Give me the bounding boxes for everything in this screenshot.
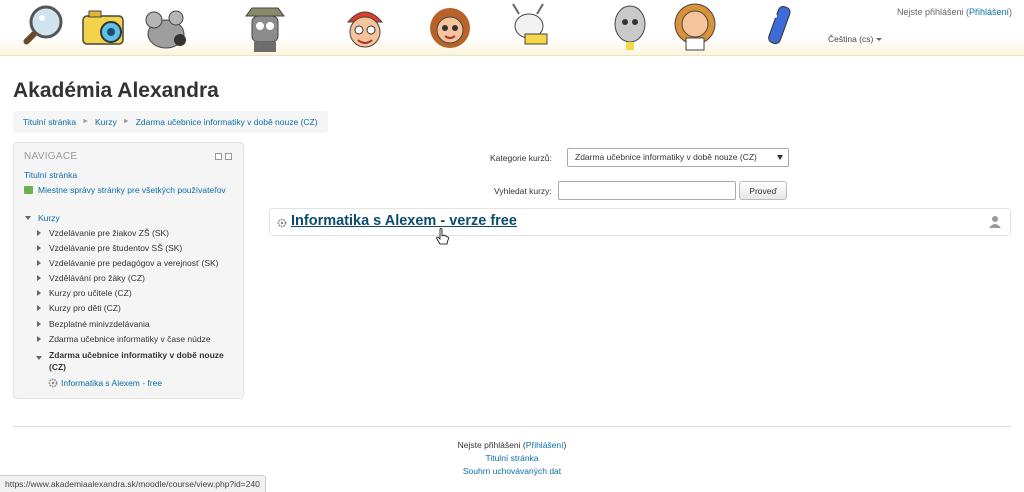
- breadcrumb-home[interactable]: Titulní stránka: [23, 111, 76, 133]
- search-button[interactable]: Proveď: [739, 181, 787, 200]
- breadcrumb-separator-icon: ►: [82, 118, 90, 125]
- girl-character-icon: [430, 8, 470, 48]
- camera-character-icon: [82, 10, 124, 45]
- site-header: Nejste přihlášeni (Přihlášení) Čeština (…: [0, 0, 1024, 56]
- breadcrumb-category[interactable]: Zdarma učebnice informatiky v době nouze…: [136, 111, 318, 133]
- search-label: Vyhledat kurzy:: [494, 186, 552, 196]
- footer-login-suffix: ): [563, 440, 567, 450]
- goat-character-icon: [512, 3, 548, 45]
- mouse-character-icon: [145, 10, 186, 49]
- collapsed-triangle-icon: [37, 260, 41, 266]
- course-title-link[interactable]: Informatika s Alexem - verze free: [291, 213, 517, 229]
- site-news-icon: [24, 186, 33, 194]
- page-title: Akadémia Alexandra: [13, 79, 219, 102]
- category-label: Kategorie kurzů:: [490, 153, 552, 163]
- category-select-value: Zdarma učebnice informatiky v době nouze…: [575, 152, 757, 162]
- dropdown-arrow-icon: [777, 155, 783, 160]
- navigation-block: NAVIGACE Titulní stránka Miestne správy …: [13, 142, 244, 399]
- collapsed-triangle-icon: [37, 245, 41, 251]
- collapsed-triangle-icon: [37, 275, 41, 281]
- course-gear-icon: [277, 218, 287, 228]
- breadcrumb-separator-icon: ►: [122, 118, 130, 125]
- footer-login-status: Nejste přihlášeni (Přihlášení): [0, 440, 1024, 451]
- nav-category-item[interactable]: Vzdelávanie pre pedagógov a verejnosť (S…: [49, 257, 219, 269]
- footer-data-retention-link[interactable]: Souhrn uchovávaných dat: [463, 466, 561, 476]
- login-status: Nejste přihlášeni (Přihlášení): [897, 7, 1012, 17]
- footer-login-link[interactable]: Přihlášení: [526, 440, 564, 450]
- teacher-character-icon: [674, 3, 716, 51]
- collapsed-triangle-icon: [37, 336, 41, 342]
- nav-category-item[interactable]: Kurzy pro učitele (CZ): [49, 287, 132, 299]
- block-minimize-icon[interactable]: [215, 153, 222, 160]
- course-listing: Informatika s Alexem - verze free: [269, 208, 1011, 236]
- footer-home-row: Titulní stránka: [0, 453, 1024, 464]
- nav-category-item[interactable]: Vzdelávanie pre žiakov ZŠ (SK): [49, 227, 169, 239]
- nav-active-category[interactable]: Zdarma učebnice informatiky v době nouze…: [49, 349, 229, 373]
- collapsed-triangle-icon: [37, 321, 41, 327]
- login-status-suffix: ): [1009, 7, 1012, 17]
- pen-character-icon: [768, 6, 791, 45]
- search-input[interactable]: [558, 181, 736, 200]
- collapsed-triangle-icon: [37, 290, 41, 296]
- login-status-text: Nejste přihlášeni (: [896, 7, 969, 17]
- nav-home[interactable]: Titulní stránka: [24, 169, 77, 181]
- language-label: Čeština (cs): [828, 34, 874, 44]
- nav-courses[interactable]: Kurzy: [38, 212, 60, 224]
- magnifier-character-icon: [23, 5, 63, 45]
- nav-site-news[interactable]: Miestne správy stránky pre všetkých použ…: [38, 184, 238, 196]
- breadcrumb-courses[interactable]: Kurzy: [95, 111, 117, 133]
- course-gear-icon: [48, 378, 58, 388]
- browser-status-url: https://www.akademiaalexandra.sk/moodle/…: [0, 475, 266, 492]
- login-link[interactable]: Přihlášení: [969, 7, 1009, 17]
- chevron-down-icon: [876, 38, 883, 42]
- breadcrumb: Titulní stránka ► Kurzy ► Zdarma učebnic…: [13, 111, 328, 133]
- footer-divider: [13, 426, 1011, 427]
- detective-character-icon: [245, 7, 285, 52]
- nav-active-course[interactable]: Informatika s Alexem - free: [61, 377, 162, 389]
- expanded-triangle-icon: [36, 356, 42, 360]
- nav-category-item[interactable]: Vzdělávání pro žáky (CZ): [49, 272, 145, 284]
- hand-cursor-icon: [436, 228, 449, 245]
- nav-category-item[interactable]: Vzdelávanie pre študentov SŠ (SK): [49, 242, 182, 254]
- collapsed-triangle-icon: [37, 230, 41, 236]
- category-select[interactable]: Zdarma učebnice informatiky v době nouze…: [567, 148, 789, 167]
- person-icon: [989, 216, 1001, 228]
- nav-category-item[interactable]: Zdarma učebnice informatiky v čase núdze: [49, 333, 211, 345]
- boy-red-cap-character-icon: [346, 11, 384, 48]
- navigation-title: NAVIGACE: [24, 151, 78, 162]
- nav-category-item[interactable]: Bezplatné minivzdelávania: [49, 318, 150, 330]
- footer-login-text: Nejste přihlášeni (: [457, 440, 526, 450]
- language-menu[interactable]: Čeština (cs): [828, 34, 883, 44]
- egg-character-icon: [614, 5, 646, 50]
- footer-home-link[interactable]: Titulní stránka: [485, 453, 538, 463]
- expanded-triangle-icon: [25, 216, 31, 220]
- collapsed-triangle-icon: [37, 305, 41, 311]
- nav-category-item[interactable]: Kurzy pro děti (CZ): [49, 302, 121, 314]
- block-dock-icon[interactable]: [225, 153, 232, 160]
